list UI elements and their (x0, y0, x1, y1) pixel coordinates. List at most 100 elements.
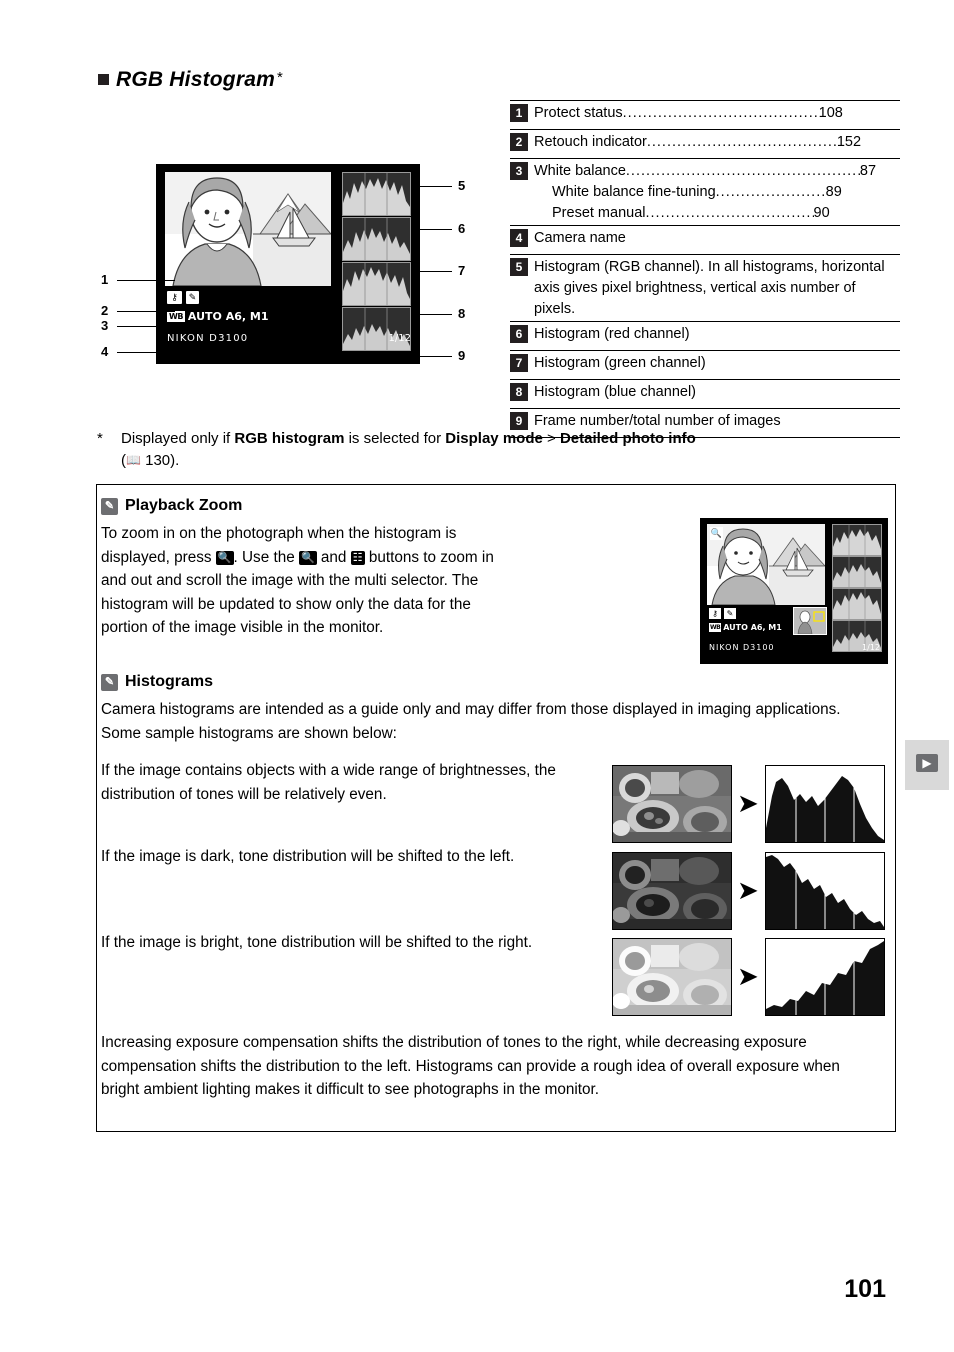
monitor-photo-thumbnail (165, 172, 331, 286)
mini-histogram-rgb (832, 524, 882, 556)
pz-line-4: histogram will be updated to show only t… (101, 595, 471, 613)
callout-line-2 (117, 311, 175, 312)
callout-line-5 (420, 186, 452, 187)
wb-badge: WB (167, 311, 185, 322)
callout-line-6 (420, 229, 452, 230)
footnote-text-1: Displayed only if (121, 430, 235, 447)
arrow-right-icon: ➤ (737, 961, 759, 991)
book-icon: 📖 (126, 453, 141, 467)
histogram-green-channel (342, 262, 411, 306)
sample-image-bright (612, 938, 732, 1016)
callout-number-1: 1 (101, 272, 109, 287)
sample-histogram-bright (765, 938, 885, 1016)
page-title: RGB Histogram * (98, 68, 283, 92)
monitor-status-icons: ⚷ ✎ (167, 289, 199, 305)
zoom-navigation-thumbnail (793, 607, 827, 635)
legend-label: Retouch indicator (534, 134, 647, 150)
pz-line-1: To zoom in on the photograph when the hi… (101, 525, 457, 542)
callout-number-5: 5 (458, 178, 466, 193)
callout-number-6: 6 (458, 221, 466, 236)
key-icon: ⚷ (709, 608, 721, 619)
side-tab: ▶ (905, 740, 949, 790)
legend-number: 6 (510, 325, 528, 343)
callout-number-7: 7 (458, 263, 466, 278)
pz-line-2b: . Use the (233, 548, 299, 566)
mini-monitor-white-balance: WB AUTO A6, M1 (709, 623, 782, 632)
arrow-right-icon: ➤ (737, 875, 759, 905)
legend-text: Retouch indicator.......................… (534, 132, 900, 153)
footnote-bold-1: RGB histogram (234, 430, 345, 447)
pz-line-3: and out and scroll the image with the mu… (101, 572, 479, 589)
arrow-right-icon: ➤ (737, 788, 759, 818)
mini-monitor-frame-number: 1/12 (862, 643, 880, 652)
mini-monitor-status-icons: ⚷ ✎ (709, 608, 736, 619)
legend-row-2: 2 Retouch indicator.....................… (510, 130, 900, 159)
mini-monitor-photo (707, 524, 825, 605)
sample-text-1: If the image contains objects with a wid… (101, 762, 556, 803)
legend-row-5: 5 Histogram (RGB channel). In all histog… (510, 255, 900, 322)
legend-text: Camera name (534, 230, 626, 246)
zoomed-monitor-illustration: 🔍 ⚷ ✎ WB AUTO A6, M1 NIKON D3100 1/12 (700, 518, 888, 664)
bullet-square-icon (98, 74, 109, 85)
legend-row-7: 7 Histogram (green channel) (510, 351, 900, 380)
callout-line-3 (117, 326, 165, 327)
manual-page: RGB Histogram * ⚷ ✎ WB AUTO A6, M1 NIKON… (0, 0, 954, 1352)
histogram-rgb-channel (342, 172, 411, 216)
legend-row-6: 6 Histogram (red channel) (510, 322, 900, 351)
legend-row-1: 1 Protect status........................… (510, 100, 900, 130)
zoom-in-button-icon: 🔍 (298, 550, 317, 565)
legend-text: Protect status..........................… (534, 103, 900, 124)
legend-number: 2 (510, 133, 528, 151)
pz-line-2a: displayed, press (101, 548, 216, 566)
histograms-title: ✎ Histograms (101, 673, 881, 691)
mini-monitor-camera-name: NIKON D3100 (709, 643, 775, 652)
legend-page: 108 (818, 105, 843, 121)
histograms-final-paragraph: Increasing exposure compensation shifts … (101, 1034, 840, 1098)
callout-line-1 (117, 280, 175, 281)
legend-subpage: 90 (813, 205, 830, 221)
callout-number-8: 8 (458, 306, 466, 321)
playback-zoom-body: To zoom in on the photograph when the hi… (101, 522, 689, 640)
leader-dots: ........................................… (625, 163, 860, 179)
callout-number-4: 4 (101, 344, 109, 359)
sample-histogram-even (765, 765, 885, 843)
footnote: * Displayed only if RGB histogram is sel… (97, 428, 897, 472)
legend-text: Histogram (RGB channel). In all histogra… (534, 259, 885, 317)
legend-sublabel: White balance fine-tuning (552, 184, 716, 200)
retouch-icon: ✎ (186, 290, 199, 304)
legend-number: 8 (510, 383, 528, 401)
callout-number-3: 3 (101, 318, 109, 333)
pz-line-2d: buttons to zoom in (364, 548, 494, 566)
camera-monitor-illustration: ⚷ ✎ WB AUTO A6, M1 NIKON D3100 1/12 (156, 164, 420, 364)
zoom-out-button-icon: ☷ (350, 550, 365, 565)
legend-number: 5 (510, 258, 528, 276)
wb-badge: WB (709, 623, 722, 632)
legend-page: 152 (836, 134, 862, 150)
footnote-text-3: > (542, 430, 560, 447)
legend-row-3: 3 White balance.........................… (510, 159, 900, 226)
legend-row-8: 8 Histogram (blue channel) (510, 380, 900, 409)
page-title-text: RGB Histogram (116, 68, 275, 91)
legend-text: Histogram (red channel) (534, 326, 690, 342)
footnote-text-2: is selected for (344, 430, 446, 447)
zoom-in-button-icon: 🔍 (215, 550, 234, 565)
legend-row-4: 4 Camera name (510, 226, 900, 255)
legend-page: 87 (859, 163, 877, 179)
leader-dots: ........................................… (622, 105, 819, 121)
playback-icon: ▶ (916, 754, 938, 772)
footnote-bold-3: Detailed photo info (559, 430, 696, 447)
mini-histogram-green (832, 588, 882, 620)
playback-zoom-title-text: Playback Zoom (125, 497, 243, 514)
histograms-intro: Camera histograms are intended as a guid… (101, 701, 841, 742)
legend-text: Histogram (green channel) (534, 355, 706, 371)
sample-histogram-dark (765, 852, 885, 930)
legend-sublabel: Preset manual (552, 205, 646, 221)
playback-zoom-note: ✎ Playback Zoom To zoom in on the photog… (101, 497, 701, 640)
monitor-camera-name: NIKON D3100 (167, 333, 249, 344)
leader-dots: ........................................… (646, 134, 837, 150)
callout-number-9: 9 (458, 348, 466, 363)
histogram-red-channel (342, 217, 411, 261)
callout-line-7 (420, 271, 452, 272)
pencil-note-icon: ✎ (101, 673, 118, 691)
mini-histogram-red (832, 556, 882, 588)
